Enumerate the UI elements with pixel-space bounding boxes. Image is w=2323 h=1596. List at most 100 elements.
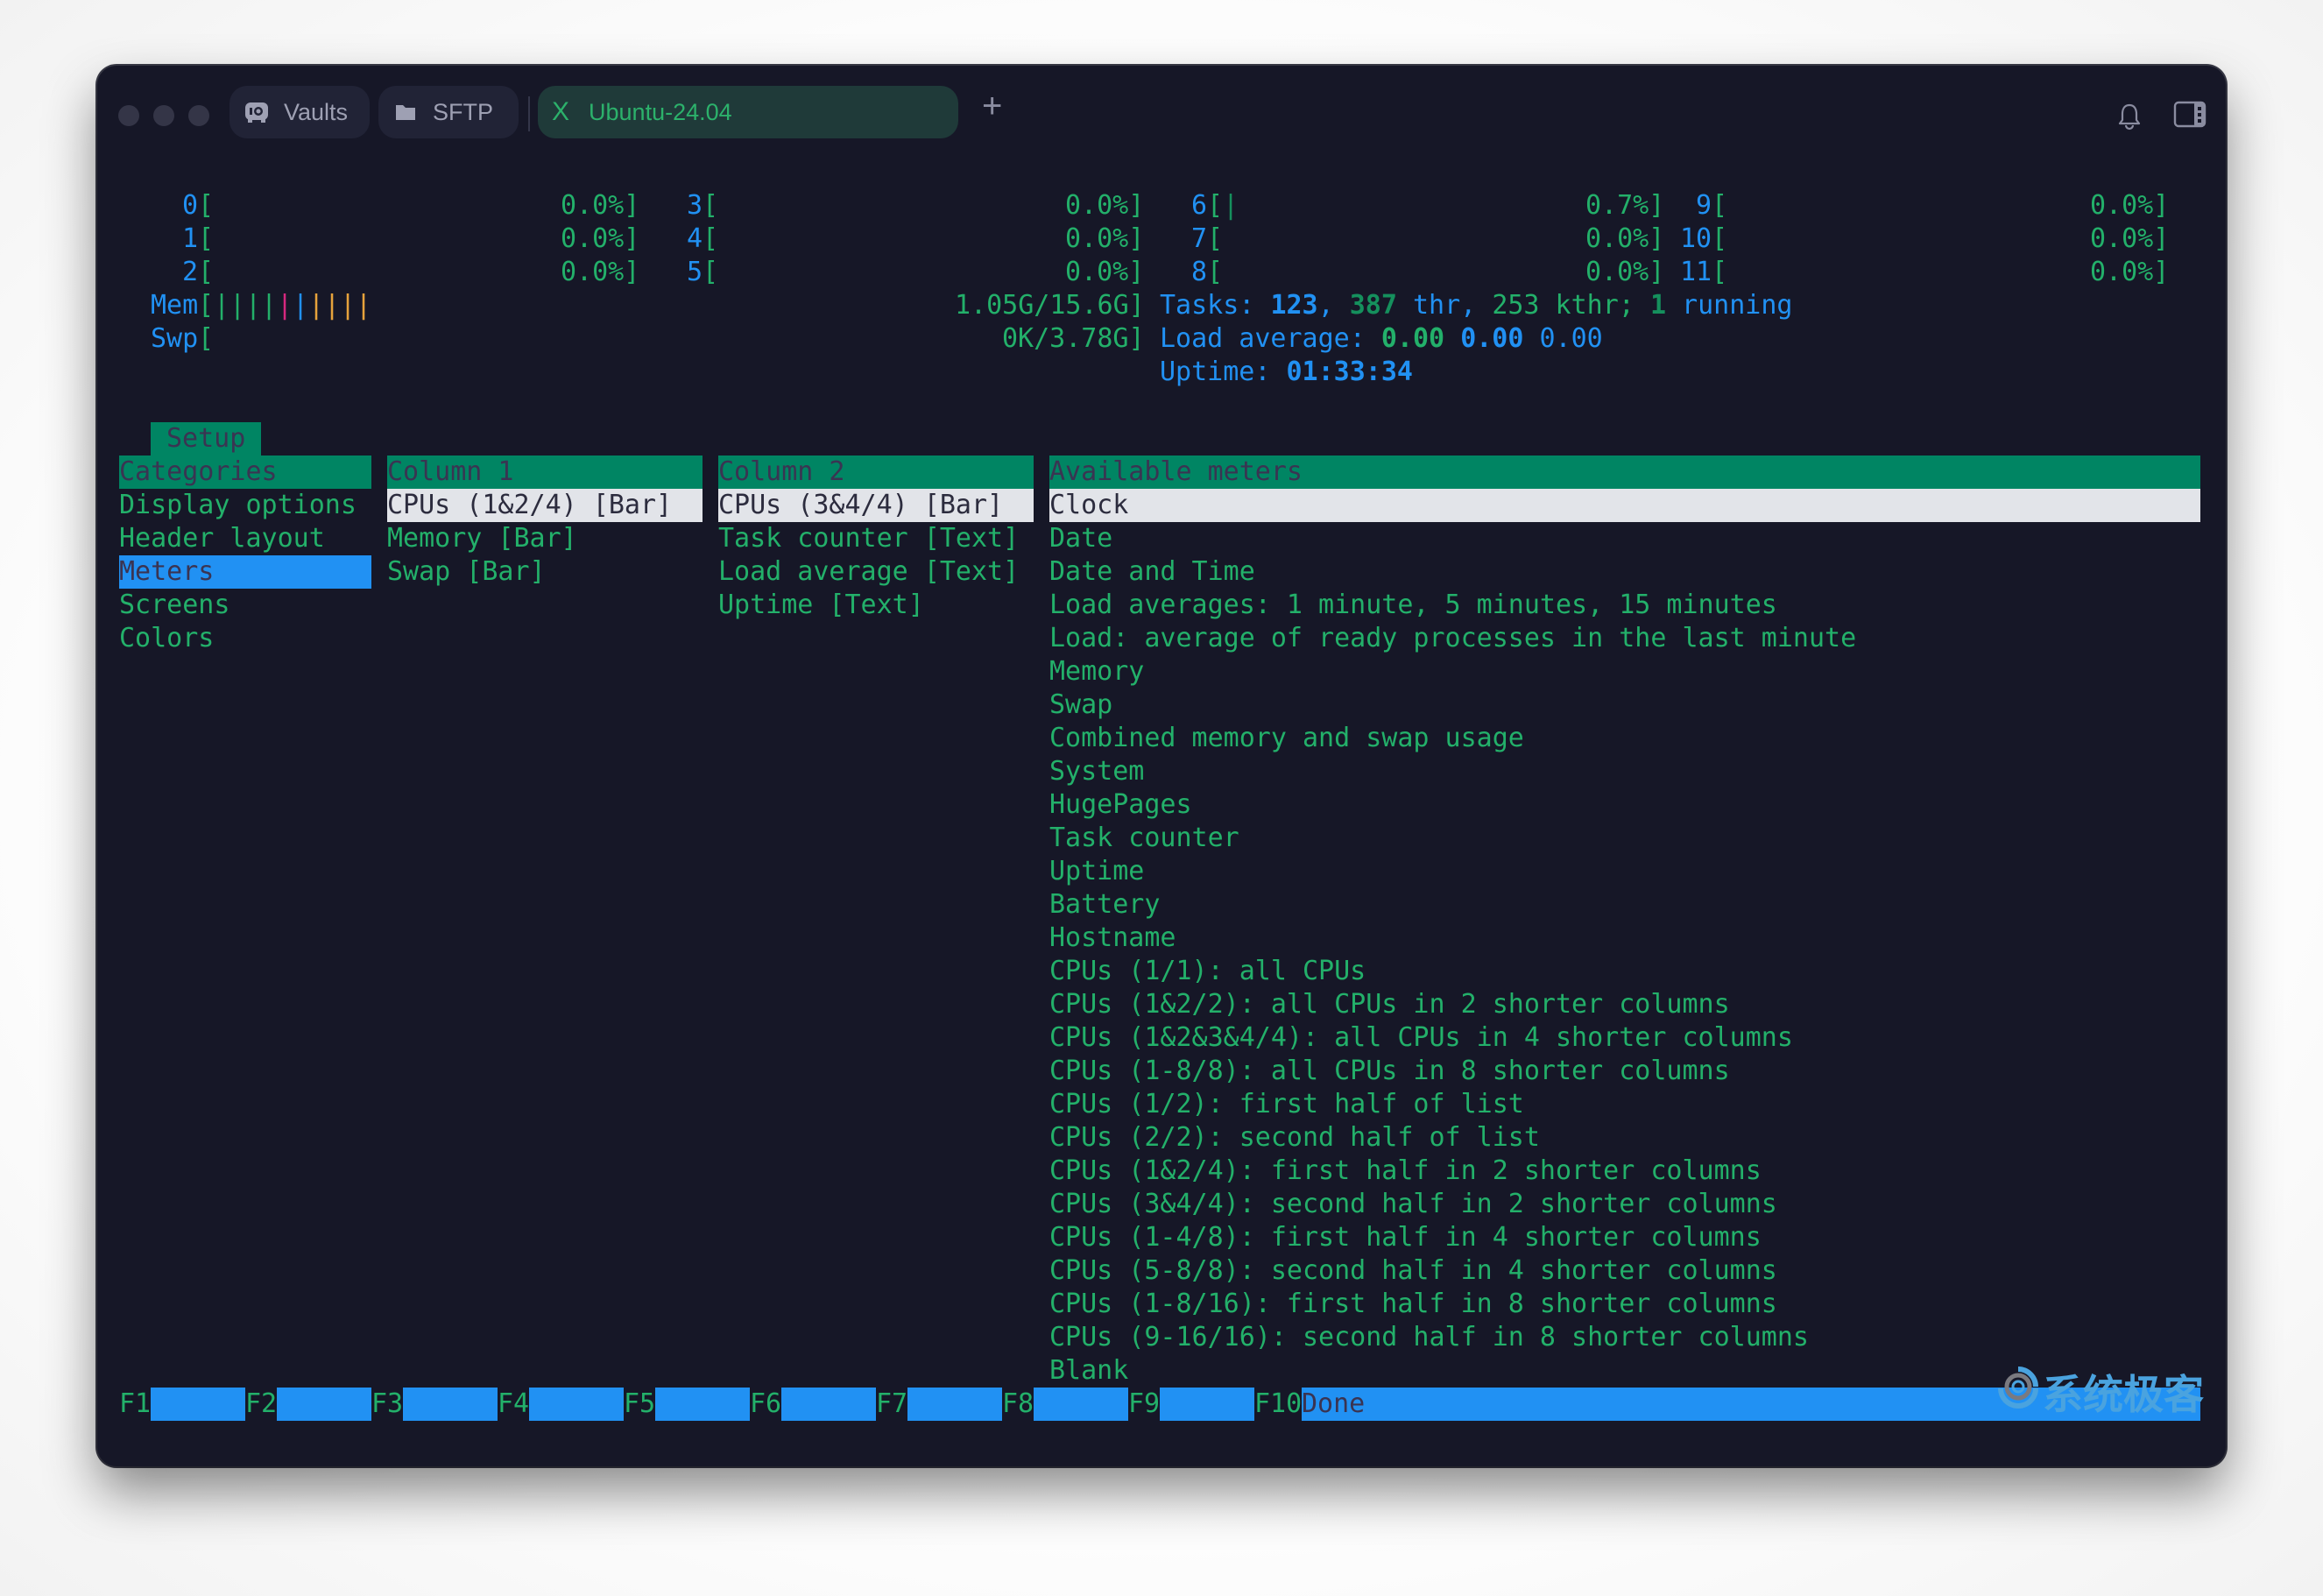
tab-label: Vaults bbox=[284, 98, 349, 125]
available-meter[interactable]: Blank bbox=[1049, 1354, 1128, 1388]
available-meter[interactable]: Uptime bbox=[1049, 855, 1144, 888]
vault-icon bbox=[244, 99, 270, 125]
memory-bar-segment: | bbox=[356, 290, 372, 321]
available-meter[interactable]: HugePages bbox=[1049, 788, 1192, 822]
tasks-sep: , bbox=[1317, 290, 1350, 321]
available-meter[interactable]: CPUs (9-16/16): second half in 8 shorter… bbox=[1049, 1321, 1809, 1354]
fkey-f3-button[interactable] bbox=[403, 1388, 498, 1421]
cpu-value: 0.0%] bbox=[2090, 190, 2170, 221]
available-meter[interactable]: CPUs (1&2&3&4/4): all CPUs in 4 shorter … bbox=[1049, 1021, 1793, 1055]
fkey-label: F4 bbox=[498, 1388, 530, 1419]
cpu-value: 0.0%] bbox=[561, 257, 640, 287]
cpu-id: 11 bbox=[1680, 257, 1712, 287]
fkey-label: F3 bbox=[371, 1388, 404, 1419]
fkey-f2-button[interactable] bbox=[277, 1388, 371, 1421]
cpu-value: 0.0%] bbox=[2090, 257, 2170, 287]
fkey-f5-button[interactable] bbox=[655, 1388, 750, 1421]
available-meter[interactable]: Date bbox=[1049, 522, 1112, 555]
cpu-id: 4 bbox=[687, 223, 703, 254]
panel-icon[interactable] bbox=[2173, 101, 2206, 132]
available-meter[interactable]: CPUs (3&4/4): second half in 2 shorter c… bbox=[1049, 1188, 1777, 1221]
available-meter[interactable]: CPUs (1&2/4): first half in 2 shorter co… bbox=[1049, 1155, 1762, 1188]
cpu-id: 0 bbox=[182, 190, 199, 221]
available-meter[interactable]: Memory bbox=[1049, 655, 1144, 689]
available-meter[interactable]: CPUs (1-8/8): all CPUs in 8 shorter colu… bbox=[1049, 1055, 1730, 1088]
available-meter[interactable]: CPUs (2/2): second half of list bbox=[1049, 1121, 1540, 1155]
watermark: 系统极客 bbox=[1994, 1362, 2204, 1421]
available-meter[interactable]: CPUs (1-4/8): first half in 4 shorter co… bbox=[1049, 1221, 1762, 1254]
fkey-f8-button[interactable] bbox=[1034, 1388, 1128, 1421]
available-meter[interactable]: CPUs (1/1): all CPUs bbox=[1049, 955, 1366, 988]
list-item-row: HugePages bbox=[119, 788, 2200, 822]
new-tab-button[interactable]: + bbox=[982, 87, 1002, 126]
meter-bracket: [ bbox=[198, 190, 215, 221]
fkey-label: F9 bbox=[1128, 1388, 1161, 1419]
fkey-label: F2 bbox=[245, 1388, 278, 1419]
available-meter[interactable]: Hostname bbox=[1049, 922, 1176, 955]
memory-bar-segment: | bbox=[340, 290, 357, 321]
cpu-meter-row: 2[0.0%] 5[0.0%] 8[0.0%] 11[0.0%] bbox=[119, 256, 2200, 289]
available-meter[interactable]: Swap bbox=[1049, 689, 1112, 722]
tasks-threads: 387 bbox=[1349, 290, 1397, 321]
available-meter[interactable]: CPUs (5-8/8): second half in 4 shorter c… bbox=[1049, 1254, 1777, 1288]
meter-bracket: [ bbox=[703, 223, 719, 254]
available-meter[interactable]: Load averages: 1 minute, 5 minutes, 15 m… bbox=[1049, 589, 1777, 622]
tasks-thr-label: thr, bbox=[1396, 290, 1493, 321]
memory-meter: Mem[| | | | | | | | | | 1.05G/15.6G] Tasks: 123, 38… bbox=[119, 289, 2200, 322]
folder-icon bbox=[392, 99, 419, 125]
minimize-window-button[interactable] bbox=[153, 105, 174, 126]
load-5min: 0.00 bbox=[1460, 323, 1524, 354]
available-meter[interactable]: CPUs (1-8/16): first half in 8 shorter c… bbox=[1049, 1288, 1777, 1321]
available-meter[interactable]: Battery bbox=[1049, 888, 1160, 922]
available-meter[interactable]: CPUs (1/2): first half of list bbox=[1049, 1088, 1524, 1121]
available-meter[interactable]: CPUs (1&2/2): all CPUs in 2 shorter colu… bbox=[1049, 988, 1730, 1021]
load-15min: 0.00 bbox=[1539, 323, 1603, 354]
cpu-id: 1 bbox=[182, 223, 199, 254]
bell-icon[interactable] bbox=[2117, 102, 2142, 134]
available-meter[interactable]: Load: average of ready processes in the … bbox=[1049, 622, 1856, 655]
tab-sftp[interactable]: SFTP bbox=[378, 86, 519, 138]
title-bar: Vaults SFTP X Ubuntu-24.04 + bbox=[97, 66, 2226, 171]
list-item-row: CPUs (9-16/16): second half in 8 shorter… bbox=[119, 1321, 2200, 1354]
available-meter[interactable]: System bbox=[1049, 755, 1144, 788]
list-item-row: Clock bbox=[119, 489, 2200, 522]
cpu-value: 0.0%] bbox=[561, 190, 640, 221]
swap-value: 0K/3.78G] bbox=[1002, 323, 1145, 354]
fkey-f9-button[interactable] bbox=[1160, 1388, 1254, 1421]
htop-terminal[interactable]: 0[0.0%] 3[0.0%] 6[| 0.7%] 9[0.0%] 1[0.0%] 4[0.… bbox=[119, 189, 2221, 1433]
close-window-button[interactable] bbox=[118, 105, 139, 126]
swap-label: Swp bbox=[151, 323, 199, 354]
available-meter[interactable]: Combined memory and swap usage bbox=[1049, 722, 1524, 755]
list-item-row: CPUs (1&2&3&4/4): all CPUs in 4 shorter … bbox=[119, 1021, 2200, 1055]
cpu-meter-row: 1[0.0%] 4[0.0%] 7[0.0%] 10[0.0%] bbox=[119, 222, 2200, 256]
cpu-id: 8 bbox=[1191, 257, 1208, 287]
cpu-meter-row: 0[0.0%] 3[0.0%] 6[| 0.7%] 9[0.0%] bbox=[119, 189, 2200, 222]
fkey-f7-button[interactable] bbox=[907, 1388, 1002, 1421]
fkey-f4-button[interactable] bbox=[529, 1388, 624, 1421]
meter-bracket: [ bbox=[703, 190, 719, 221]
list-item-row: CPUs (1/2): first half of list bbox=[119, 1088, 2200, 1121]
meter-bracket: [ bbox=[198, 257, 215, 287]
available-meter[interactable]: Clock bbox=[1049, 489, 2200, 522]
uptime-meter: Uptime: 01:33:34 bbox=[119, 356, 2200, 389]
list-item-row: Date and Time bbox=[119, 555, 2200, 589]
close-icon[interactable]: X bbox=[552, 97, 569, 127]
load-label: Load average: bbox=[1160, 323, 1381, 354]
column2-header: Column 2 bbox=[718, 455, 1034, 489]
fkey-f6-button[interactable] bbox=[781, 1388, 876, 1421]
fkey-label: F7 bbox=[876, 1388, 908, 1419]
tab-vaults[interactable]: Vaults bbox=[229, 86, 370, 138]
tab-ubuntu[interactable]: X Ubuntu-24.04 bbox=[538, 86, 958, 138]
available-meter[interactable]: Task counter bbox=[1049, 822, 1239, 855]
tab-label: SFTP bbox=[433, 98, 494, 125]
meter-bracket: [ bbox=[1207, 223, 1224, 254]
zoom-window-button[interactable] bbox=[188, 105, 209, 126]
available-meter[interactable]: Date and Time bbox=[1049, 555, 1255, 589]
cpu-value: 0.7%] bbox=[1585, 190, 1665, 221]
fkey-f1-button[interactable] bbox=[151, 1388, 245, 1421]
list-item-row: Uptime bbox=[119, 855, 2200, 888]
setup-tab[interactable]: Setup bbox=[151, 422, 261, 455]
list-item-row: CPUs (5-8/8): second half in 4 shorter c… bbox=[119, 1254, 2200, 1288]
available-meters-header: Available meters bbox=[1049, 455, 2200, 489]
